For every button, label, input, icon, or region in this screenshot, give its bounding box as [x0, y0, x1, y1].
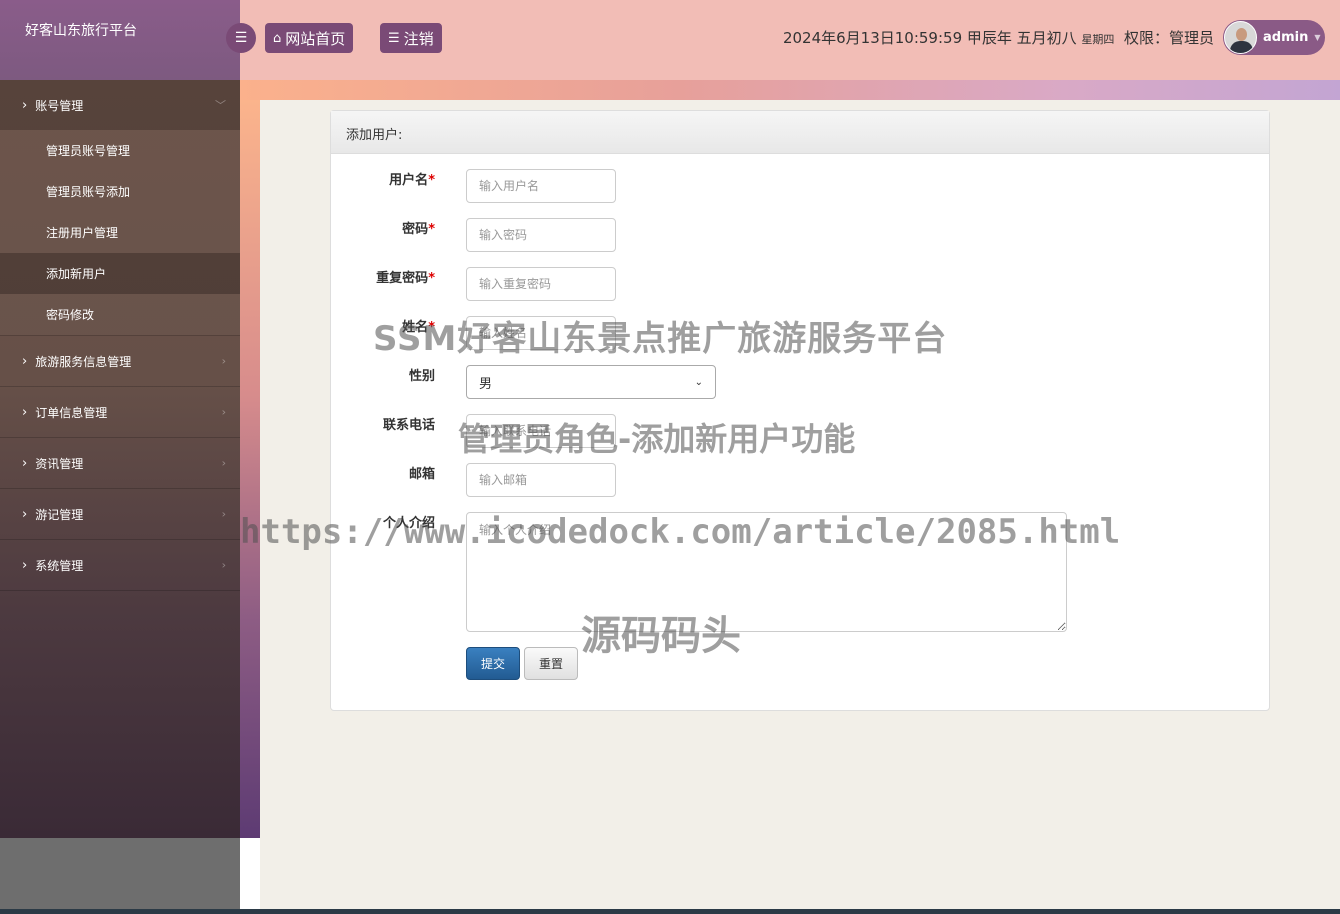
- menu-group-travel: › 旅游服务信息管理 ›: [0, 336, 240, 387]
- menu-group-travelogue: › 游记管理 ›: [0, 489, 240, 540]
- repassword-label: 重复密码*: [376, 271, 435, 286]
- home-icon: ⌂: [273, 30, 282, 46]
- sidebar-footer: [0, 838, 240, 914]
- phone-input[interactable]: [466, 414, 616, 448]
- sidebar-brand-area: 好客山东旅行平台: [0, 0, 240, 80]
- username-label: 用户名*: [389, 173, 435, 188]
- menu-news[interactable]: › 资讯管理 ›: [0, 438, 240, 488]
- decorative-strip: [240, 100, 260, 838]
- sidebar-item-admin-manage[interactable]: 管理员账号管理: [0, 130, 240, 171]
- menu-system[interactable]: › 系统管理 ›: [0, 540, 240, 590]
- menu-group-news: › 资讯管理 ›: [0, 438, 240, 489]
- add-user-panel: 添加用户: 用户名* 密码* 重复密码* 姓名* 性别 男 ⌄ 联系电话: [330, 110, 1270, 711]
- phone-label: 联系电话: [382, 418, 435, 433]
- password-input[interactable]: [466, 218, 616, 252]
- datetime: 2024年6月13日10:59:59 甲辰年 五月初八: [782, 29, 1077, 47]
- menu-label: 订单信息管理: [35, 405, 108, 420]
- sidebar: 好客山东旅行平台 › 账号管理 ﹀ 管理员账号管理 管理员账号添加 注册用户管理…: [0, 0, 240, 914]
- caret-down-icon: ▼: [1314, 33, 1321, 42]
- menu-toggle-button[interactable]: ☰: [226, 23, 256, 53]
- email-input[interactable]: [466, 463, 616, 497]
- main-content: 添加用户: 用户名* 密码* 重复密码* 姓名* 性别 男 ⌄ 联系电话: [260, 100, 1340, 910]
- chevron-right-icon: ›: [221, 354, 226, 368]
- password-label: 密码*: [402, 222, 435, 237]
- name-label: 姓名*: [402, 320, 435, 335]
- chevron-right-icon: ›: [221, 558, 226, 572]
- sidebar-menu: › 账号管理 ﹀ 管理员账号管理 管理员账号添加 注册用户管理 添加新用户 密码…: [0, 80, 240, 838]
- chevron-right-icon: ›: [221, 507, 226, 521]
- chevron-right-icon: ›: [22, 97, 28, 113]
- brand-title: 好客山东旅行平台: [25, 23, 137, 39]
- intro-textarea[interactable]: [466, 512, 1067, 632]
- chevron-right-icon: ›: [221, 456, 226, 470]
- menu-orders[interactable]: › 订单信息管理 ›: [0, 387, 240, 437]
- decorative-band: [240, 80, 1340, 100]
- panel-title: 添加用户:: [331, 111, 1269, 154]
- header-info: 2024年6月13日10:59:59 甲辰年 五月初八 星期四 权限：管理员: [783, 27, 1214, 48]
- home-label: 网站首页: [285, 29, 346, 48]
- sidebar-item-password[interactable]: 密码修改: [0, 294, 240, 335]
- chevron-right-icon: ›: [221, 405, 226, 419]
- reset-button[interactable]: 重置: [524, 647, 578, 680]
- chevron-down-icon: ﹀: [215, 99, 226, 112]
- chevron-down-icon: ⌄: [694, 376, 703, 388]
- chevron-right-icon: ›: [22, 455, 28, 471]
- sidebar-item-user-manage[interactable]: 注册用户管理: [0, 212, 240, 253]
- chevron-right-icon: ›: [22, 557, 28, 573]
- menu-travel-service[interactable]: › 旅游服务信息管理 ›: [0, 336, 240, 386]
- menu-account-management[interactable]: › 账号管理 ﹀: [0, 80, 240, 130]
- submit-button[interactable]: 提交: [466, 647, 520, 680]
- gender-label: 性别: [408, 369, 435, 384]
- chevron-right-icon: ›: [22, 353, 28, 369]
- bottom-bar: [0, 909, 1340, 914]
- menu-label: 账号管理: [35, 98, 84, 113]
- sidebar-item-admin-add[interactable]: 管理员账号添加: [0, 171, 240, 212]
- repassword-input[interactable]: [466, 267, 616, 301]
- hamburger-icon: ☰: [234, 30, 248, 46]
- menu-label: 游记管理: [35, 507, 84, 522]
- top-header: ☰ ⌂ 网站首页 ☰ 注销 2024年6月13日10:59:59 甲辰年 五月初…: [226, 0, 1340, 80]
- weekday: 星期四: [1081, 33, 1115, 46]
- list-icon: ☰: [388, 30, 400, 46]
- avatar: [1224, 21, 1257, 54]
- logout-button[interactable]: ☰ 注销: [380, 23, 442, 53]
- menu-travelogue[interactable]: › 游记管理 ›: [0, 489, 240, 539]
- chevron-right-icon: ›: [22, 506, 28, 522]
- chevron-right-icon: ›: [22, 404, 28, 420]
- email-label: 邮箱: [408, 467, 435, 482]
- gender-select[interactable]: 男 ⌄: [466, 365, 716, 399]
- logout-label: 注销: [403, 29, 434, 48]
- gender-value: 男: [479, 376, 493, 392]
- menu-group-account: › 账号管理 ﹀ 管理员账号管理 管理员账号添加 注册用户管理 添加新用户 密码…: [0, 80, 240, 336]
- sidebar-item-add-user[interactable]: 添加新用户: [0, 253, 240, 294]
- username-input[interactable]: [466, 169, 616, 203]
- user-menu[interactable]: admin ▼: [1223, 20, 1325, 55]
- menu-label: 旅游服务信息管理: [35, 354, 132, 369]
- role-text: 权限：管理员: [1123, 29, 1214, 47]
- menu-label: 系统管理: [35, 558, 84, 573]
- home-button[interactable]: ⌂ 网站首页: [265, 23, 354, 53]
- menu-group-system: › 系统管理 ›: [0, 540, 240, 591]
- menu-group-orders: › 订单信息管理 ›: [0, 387, 240, 438]
- name-input[interactable]: [466, 316, 616, 350]
- intro-label: 个人介绍: [382, 516, 435, 531]
- username: admin: [1263, 30, 1309, 45]
- menu-label: 资讯管理: [35, 456, 84, 471]
